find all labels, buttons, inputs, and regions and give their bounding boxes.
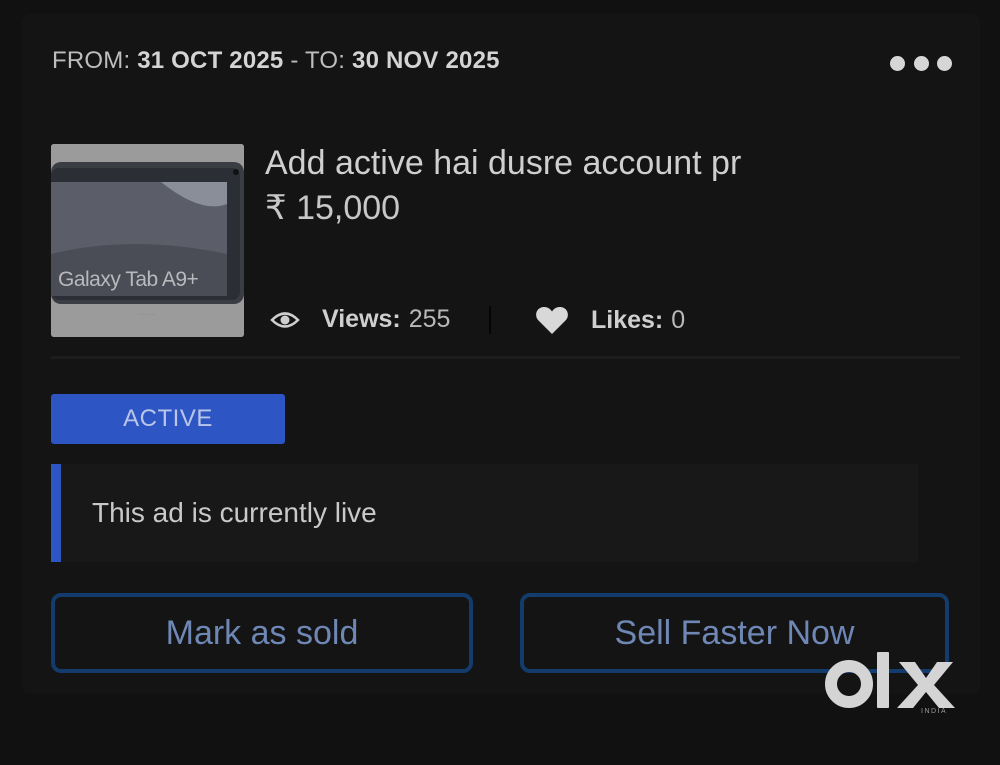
date-to: 30 NOV 2025 bbox=[352, 47, 500, 74]
more-options-button[interactable] bbox=[890, 50, 952, 76]
more-dots-icon bbox=[913, 55, 929, 71]
status-notice: This ad is currently live bbox=[51, 464, 918, 562]
ad-date-range: FROM: 31 OCT 2025 - TO: 30 NOV 2025 bbox=[52, 47, 500, 75]
olx-watermark-logo: INDIA bbox=[825, 644, 965, 725]
ad-price: ₹ 15,000 bbox=[265, 189, 401, 227]
section-divider bbox=[51, 356, 960, 359]
ad-title[interactable]: Add active hai dusre account pr bbox=[265, 144, 741, 183]
likes-stat: Likes: 0 bbox=[535, 305, 685, 335]
ad-card bbox=[22, 14, 980, 694]
mark-as-sold-button[interactable]: Mark as sold bbox=[51, 593, 473, 673]
status-message: This ad is currently live bbox=[92, 497, 377, 528]
thumbnail-product-text: Galaxy Tab A9+ bbox=[58, 268, 199, 291]
status-badge: ACTIVE bbox=[51, 394, 285, 444]
watermark-region: INDIA bbox=[921, 708, 948, 715]
more-dots-icon bbox=[937, 55, 952, 71]
views-count: 255 bbox=[408, 305, 451, 333]
date-from: 31 OCT 2025 bbox=[137, 47, 284, 74]
stats-divider bbox=[489, 306, 491, 334]
likes-count: 0 bbox=[671, 305, 686, 334]
likes-label: Likes: bbox=[591, 305, 664, 334]
date-from-label: FROM: bbox=[52, 47, 138, 74]
views-label: Views: bbox=[322, 305, 401, 333]
ad-thumbnail[interactable]: ~~~ Galaxy Tab A9+ bbox=[51, 144, 244, 337]
more-dots-icon bbox=[890, 55, 905, 71]
svg-text:~~~: ~~~ bbox=[138, 310, 156, 321]
heart-icon bbox=[535, 305, 569, 335]
date-separator: - TO: bbox=[283, 47, 353, 74]
eye-icon bbox=[270, 309, 300, 331]
views-stat: Views: 255 bbox=[270, 305, 450, 334]
